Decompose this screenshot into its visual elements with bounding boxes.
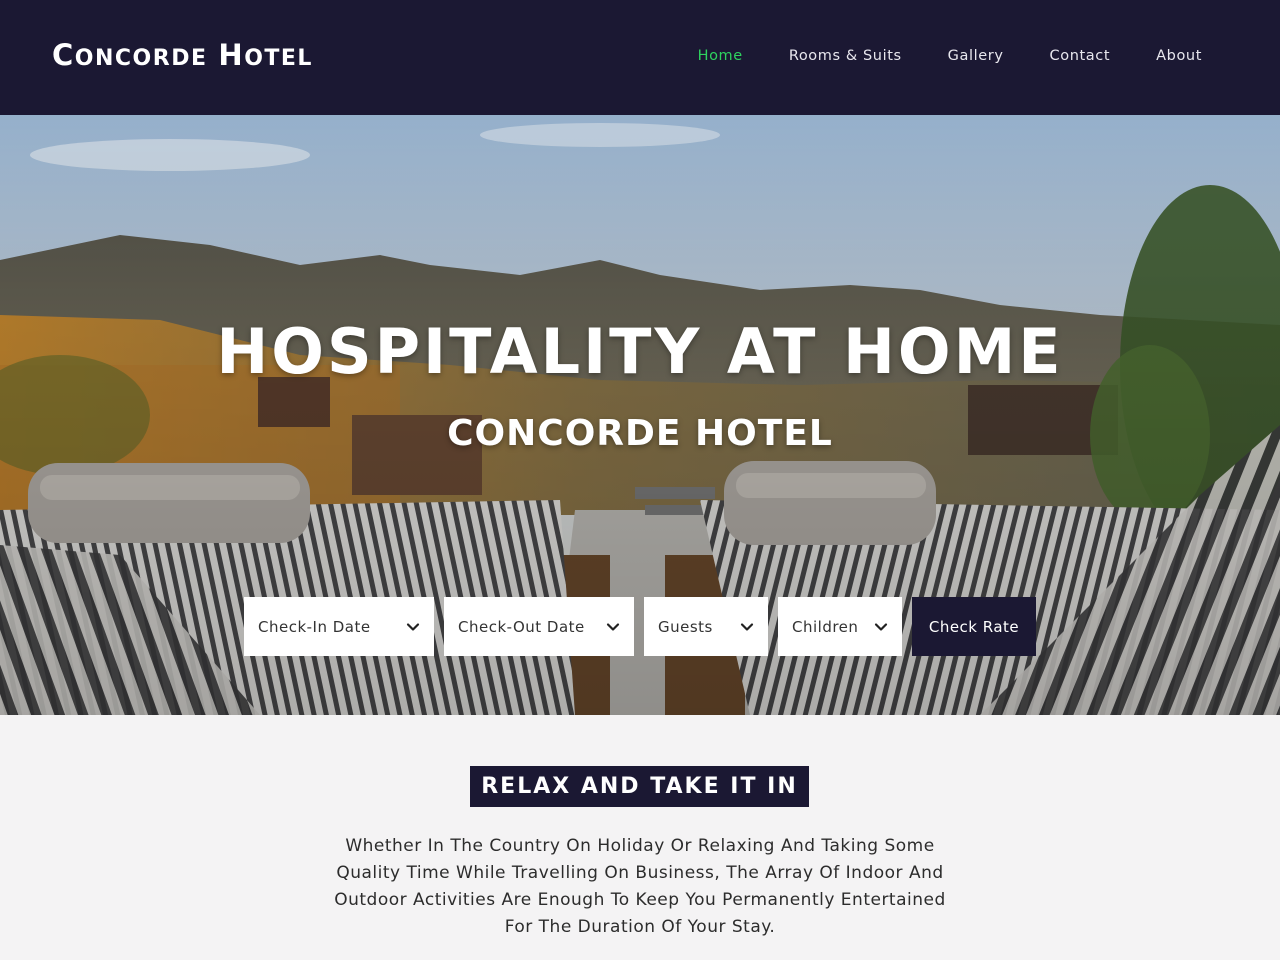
chevron-down-icon [874,622,888,631]
guests-label: Guests [658,617,713,636]
intro-paragraph: Whether In The Country On Holiday Or Rel… [334,836,946,937]
check-out-label: Check-Out Date [458,617,585,636]
check-out-select[interactable]: Check-Out Date [444,597,634,656]
children-select[interactable]: Children [778,597,902,656]
site-header: CONCORDE HOTEL Home Rooms & Suits Galler… [0,0,1280,115]
brand-logo[interactable]: CONCORDE HOTEL [52,38,313,72]
check-in-label: Check-In Date [258,617,371,636]
hero-title: HOSPITALITY AT HOME [216,315,1064,388]
children-label: Children [792,617,859,636]
booking-form: Check-In Date Check-Out Date Guests Chil… [244,597,1036,656]
main-nav: Home Rooms & Suits Gallery Contact About [698,48,1202,64]
brand-initial-2: H [218,38,245,72]
check-rate-button[interactable]: Check Rate [912,597,1036,656]
intro-heading: RELAX AND TAKE IT IN [470,766,809,807]
nav-about[interactable]: About [1156,48,1202,64]
brand-word-2: OTEL [244,46,313,71]
chevron-down-icon [740,622,754,631]
nav-home[interactable]: Home [698,48,743,64]
nav-rooms-suits[interactable]: Rooms & Suits [789,48,902,64]
hero-banner: HOSPITALITY AT HOME CONCORDE HOTEL Check… [0,115,1280,715]
nav-contact[interactable]: Contact [1050,48,1111,64]
chevron-down-icon [406,622,420,631]
chevron-down-icon [606,622,620,631]
hero-subtitle: CONCORDE HOTEL [447,413,833,454]
brand-word-1: ONCORDE [74,46,208,71]
guests-select[interactable]: Guests [644,597,768,656]
nav-gallery[interactable]: Gallery [948,48,1004,64]
brand-initial-1: C [52,38,75,72]
check-in-select[interactable]: Check-In Date [244,597,434,656]
